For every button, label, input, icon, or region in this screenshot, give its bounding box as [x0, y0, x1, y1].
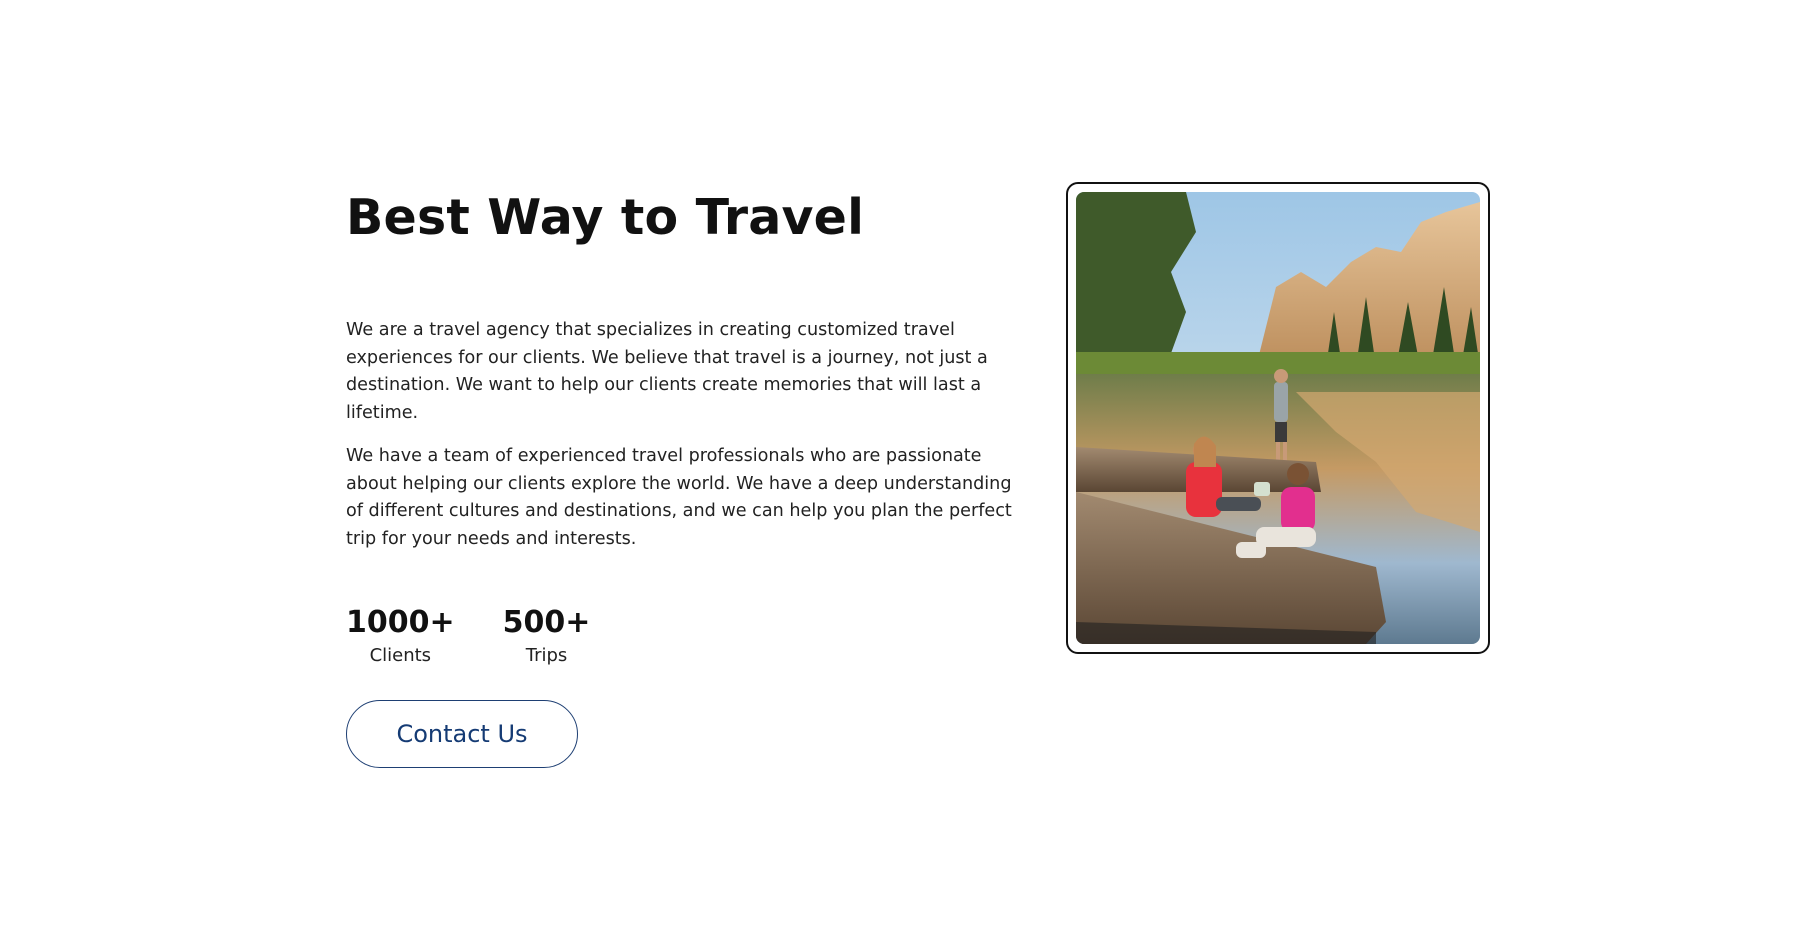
photo-frame — [1066, 182, 1490, 654]
stat-label: Clients — [369, 645, 432, 666]
stat-value: 500+ — [502, 605, 591, 640]
contact-us-button[interactable]: Contact Us — [346, 700, 578, 768]
about-section: Best Way to Travel We are a travel agenc… — [0, 0, 1804, 951]
stat-value: 1000+ — [346, 605, 455, 640]
stat-clients: 1000+ Clients — [346, 605, 455, 671]
travel-photo — [1076, 192, 1480, 644]
section-title: Best Way to Travel — [346, 189, 865, 246]
stat-label: Trips — [525, 645, 568, 666]
about-text-column: Best Way to Travel We are a travel agenc… — [346, 178, 1026, 768]
stats-row: 1000+ Clients 500+ Trips — [346, 605, 1026, 671]
intro-paragraph: We are a travel agency that specializes … — [346, 320, 988, 423]
team-paragraph: We have a team of experienced travel pro… — [346, 446, 1012, 549]
stat-trips: 500+ Trips — [503, 605, 591, 671]
